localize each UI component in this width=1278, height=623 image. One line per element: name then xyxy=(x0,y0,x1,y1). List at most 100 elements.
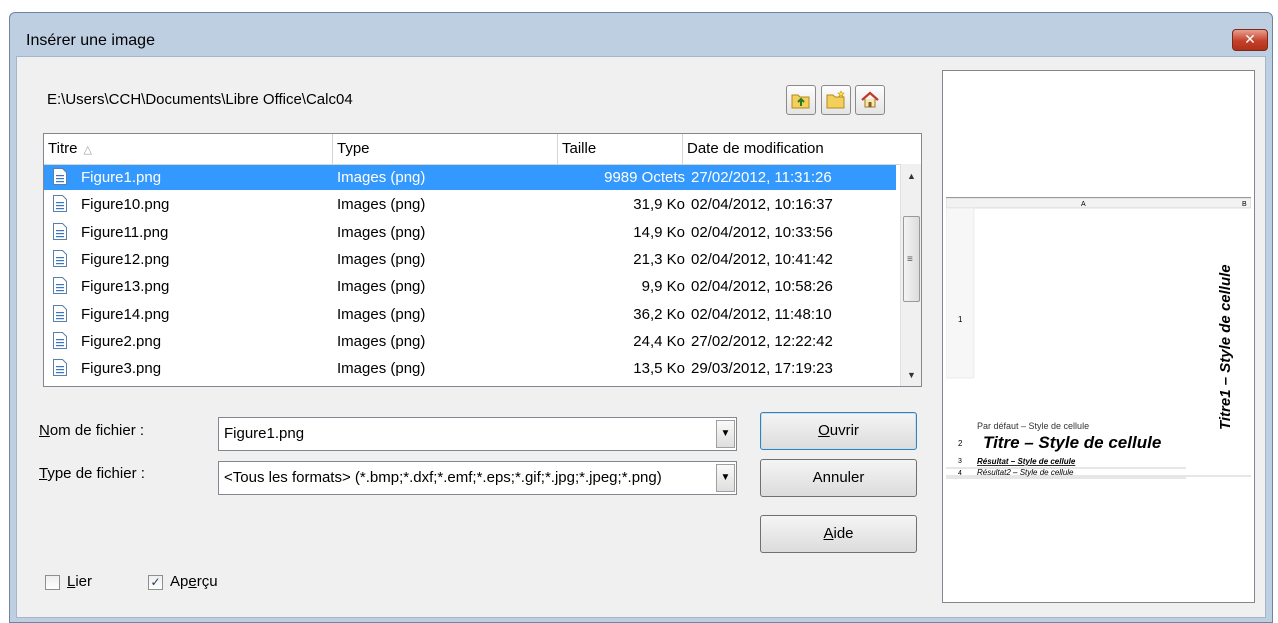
new-folder-icon xyxy=(826,90,845,109)
file-size: 9,9 Ko xyxy=(641,278,685,296)
scroll-up-arrow-icon[interactable]: ▲ xyxy=(901,166,921,186)
link-label[interactable]: Lier xyxy=(67,573,92,590)
image-file-icon xyxy=(53,359,67,377)
file-size: 9989 Octets xyxy=(604,169,685,186)
file-date: 29/03/2012, 17:19:23 xyxy=(691,360,833,378)
preview-col-b: B xyxy=(1242,201,1247,208)
new-folder-button[interactable] xyxy=(821,85,851,115)
file-type: Images (png) xyxy=(337,169,426,186)
file-size: 24,4 Ko xyxy=(633,332,685,350)
file-type: Images (png) xyxy=(337,360,426,378)
file-list[interactable]: Titre △ Type Taille Date de modification … xyxy=(43,133,922,387)
home-icon xyxy=(861,91,879,108)
file-type: Images (png) xyxy=(337,278,426,296)
column-size-header[interactable]: Taille xyxy=(558,134,683,164)
scrollbar-thumb[interactable]: ≡ xyxy=(903,216,920,302)
background-strip xyxy=(0,0,1278,12)
filetype-select[interactable]: <Tous les formats> (*.bmp;*.dxf;*.emf;*.… xyxy=(224,469,711,486)
file-type: Images (png) xyxy=(337,305,426,323)
filename-label: Nom de fichier : xyxy=(39,422,145,439)
window-title: Insérer une image xyxy=(26,32,155,49)
vertical-scrollbar[interactable]: ▲ ≡ ▼ xyxy=(900,164,921,386)
file-row[interactable]: Figure10.png Images (png) 31,9 Ko 02/04/201… xyxy=(44,192,896,217)
title-bar: Insérer une image ✕ xyxy=(10,13,1272,56)
file-date: 27/02/2012, 12:22:42 xyxy=(691,332,833,350)
close-button[interactable]: ✕ xyxy=(1232,29,1268,51)
file-size: 36,2 Ko xyxy=(633,305,685,323)
image-preview: A B 1 2 3 4 Titre1 – Style de cellule Pa… xyxy=(942,70,1255,603)
link-checkbox[interactable] xyxy=(45,575,60,590)
file-date: 02/04/2012, 11:48:10 xyxy=(691,305,832,323)
filename-input[interactable]: Figure1.png xyxy=(224,425,711,442)
column-type-label: Type xyxy=(337,140,370,157)
close-icon: ✕ xyxy=(1244,31,1256,47)
file-row[interactable]: Figure2.png Images (png) 24,4 Ko 27/02/2012… xyxy=(44,329,896,354)
file-row[interactable]: Figure1.png Images (png) 9989 Octets 27/02/… xyxy=(44,165,896,190)
column-date-header[interactable]: Date de modification xyxy=(683,134,900,164)
image-file-icon xyxy=(53,168,67,185)
preview-vertical-title: Titre1 – Style de cellule xyxy=(1217,264,1234,430)
preview-checkbox[interactable]: ✓ xyxy=(148,575,163,590)
dialog-body: E:\Users\CCH\Documents\Libre Office\Calc… xyxy=(16,56,1266,618)
filetype-label: Type de fichier : xyxy=(39,465,145,482)
column-type-header[interactable]: Type xyxy=(333,134,558,164)
file-type: Images (png) xyxy=(337,250,426,268)
file-name: Figure10.png xyxy=(81,196,170,214)
file-name: Figure2.png xyxy=(81,332,162,350)
preview-col-a: A xyxy=(1081,201,1086,208)
file-row[interactable]: Figure3.png Images (png) 13,5 Ko 29/03/2012… xyxy=(44,356,896,381)
help-button[interactable]: Aide xyxy=(760,515,917,553)
preview-row-2: 2 xyxy=(958,439,963,448)
preview-row-1: 1 xyxy=(958,315,963,324)
checkmark-icon: ✓ xyxy=(150,575,161,589)
image-file-icon xyxy=(53,331,67,349)
file-row[interactable]: Figure13.png Images (png) 9,9 Ko 02/04/2012… xyxy=(44,274,896,299)
folder-up-button[interactable] xyxy=(786,85,816,115)
preview-default-text: Par défaut – Style de cellule xyxy=(977,421,1089,431)
cancel-button[interactable]: Annuler xyxy=(760,459,917,497)
image-file-icon xyxy=(53,222,67,240)
file-row[interactable]: Figure11.png Images (png) 14,9 Ko 02/04/201… xyxy=(44,220,896,245)
file-type: Images (png) xyxy=(337,196,426,214)
file-name: Figure3.png xyxy=(81,360,162,378)
file-date: 02/04/2012, 10:58:26 xyxy=(691,278,833,296)
file-date: 02/04/2012, 10:41:42 xyxy=(691,250,833,268)
file-size: 14,9 Ko xyxy=(633,223,685,241)
preview-row-3: 3 xyxy=(958,458,962,465)
preview-result2-text: Résultat2 – Style de cellule xyxy=(977,468,1074,477)
file-row[interactable]: Figure14.png Images (png) 36,2 Ko 02/04/201… xyxy=(44,302,896,327)
column-title-label: Titre xyxy=(48,140,78,157)
insert-image-dialog: Insérer une image ✕ E:\Users\CCH\Documen… xyxy=(9,12,1273,623)
home-button[interactable] xyxy=(855,85,885,115)
preview-sheet-graphic: A B 1 2 3 4 Titre1 – Style de cellule Pa… xyxy=(945,197,1252,479)
image-file-icon xyxy=(53,277,67,295)
preview-result-text: Résultat – Style de cellule xyxy=(977,457,1076,466)
file-row[interactable]: Figure12.png Images (png) 21,3 Ko 02/04/201… xyxy=(44,247,896,272)
image-file-icon xyxy=(53,249,67,267)
image-file-icon xyxy=(53,304,67,322)
file-type: Images (png) xyxy=(337,332,426,350)
preview-spreadsheet: A B 1 2 3 4 Titre1 – Style de cellule Pa… xyxy=(945,197,1252,496)
chevron-down-icon[interactable]: ▼ xyxy=(716,464,735,492)
file-name: Figure14.png xyxy=(81,305,170,323)
file-name: Figure12.png xyxy=(81,250,170,268)
file-list-header: Titre △ Type Taille Date de modification xyxy=(44,134,900,165)
column-date-label: Date de modification xyxy=(687,140,824,157)
file-name: Figure13.png xyxy=(81,278,170,296)
file-date: 27/02/2012, 11:31:26 xyxy=(691,169,832,186)
chevron-down-icon[interactable]: ▼ xyxy=(716,420,735,448)
file-type: Images (png) xyxy=(337,223,426,241)
filename-combobox[interactable]: Figure1.png ▼ xyxy=(218,417,737,451)
preview-label[interactable]: Aperçu xyxy=(170,573,218,590)
file-name: Figure1.png xyxy=(81,169,162,186)
column-size-label: Taille xyxy=(562,140,597,157)
column-title-header[interactable]: Titre △ xyxy=(44,134,333,164)
filetype-combobox[interactable]: <Tous les formats> (*.bmp;*.dxf;*.emf;*.… xyxy=(218,461,737,495)
folder-up-icon xyxy=(791,94,810,109)
file-size: 31,9 Ko xyxy=(633,196,685,214)
file-size: 13,5 Ko xyxy=(633,360,685,378)
scroll-down-arrow-icon[interactable]: ▼ xyxy=(901,365,921,385)
open-button[interactable]: Ouvrir xyxy=(760,412,917,450)
preview-row-4: 4 xyxy=(958,470,962,477)
file-date: 02/04/2012, 10:33:56 xyxy=(691,223,833,241)
